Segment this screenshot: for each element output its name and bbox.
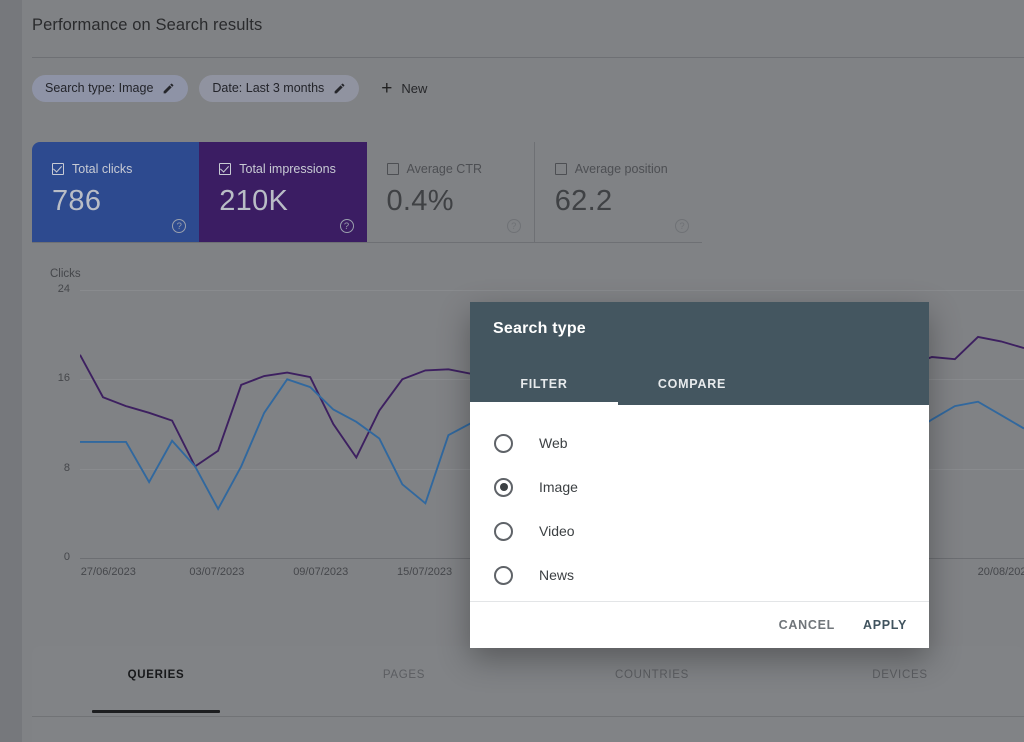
- radio-unchecked-icon[interactable]: [494, 434, 513, 453]
- dialog-header: Search type FILTER COMPARE: [470, 302, 929, 405]
- radio-option-image-label: Image: [539, 479, 578, 495]
- radio-option-web[interactable]: Web: [470, 421, 929, 465]
- dialog-title: Search type: [493, 320, 586, 338]
- radio-option-news[interactable]: News: [470, 553, 929, 597]
- dialog-tab-filter[interactable]: FILTER: [470, 363, 618, 405]
- radio-option-image[interactable]: Image: [470, 465, 929, 509]
- radio-unchecked-icon[interactable]: [494, 522, 513, 541]
- apply-button[interactable]: APPLY: [863, 618, 907, 632]
- radio-option-news-label: News: [539, 567, 574, 583]
- radio-option-video-label: Video: [539, 523, 575, 539]
- radio-unchecked-icon[interactable]: [494, 566, 513, 585]
- dialog-tab-compare[interactable]: COMPARE: [618, 363, 766, 405]
- radio-option-web-label: Web: [539, 435, 568, 451]
- dialog-tab-filter-label: FILTER: [520, 377, 567, 391]
- dialog-tab-compare-label: COMPARE: [658, 377, 726, 391]
- page-root: Performance on Search results Search typ…: [0, 0, 1024, 742]
- radio-checked-icon[interactable]: [494, 478, 513, 497]
- search-type-dialog: Search type FILTER COMPARE Web Image: [470, 302, 929, 648]
- cancel-button[interactable]: CANCEL: [779, 618, 835, 632]
- dialog-tabs: FILTER COMPARE: [470, 363, 766, 405]
- dialog-footer: CANCEL APPLY: [470, 601, 929, 648]
- dialog-options-list: Web Image Video News: [470, 405, 929, 601]
- radio-option-video[interactable]: Video: [470, 509, 929, 553]
